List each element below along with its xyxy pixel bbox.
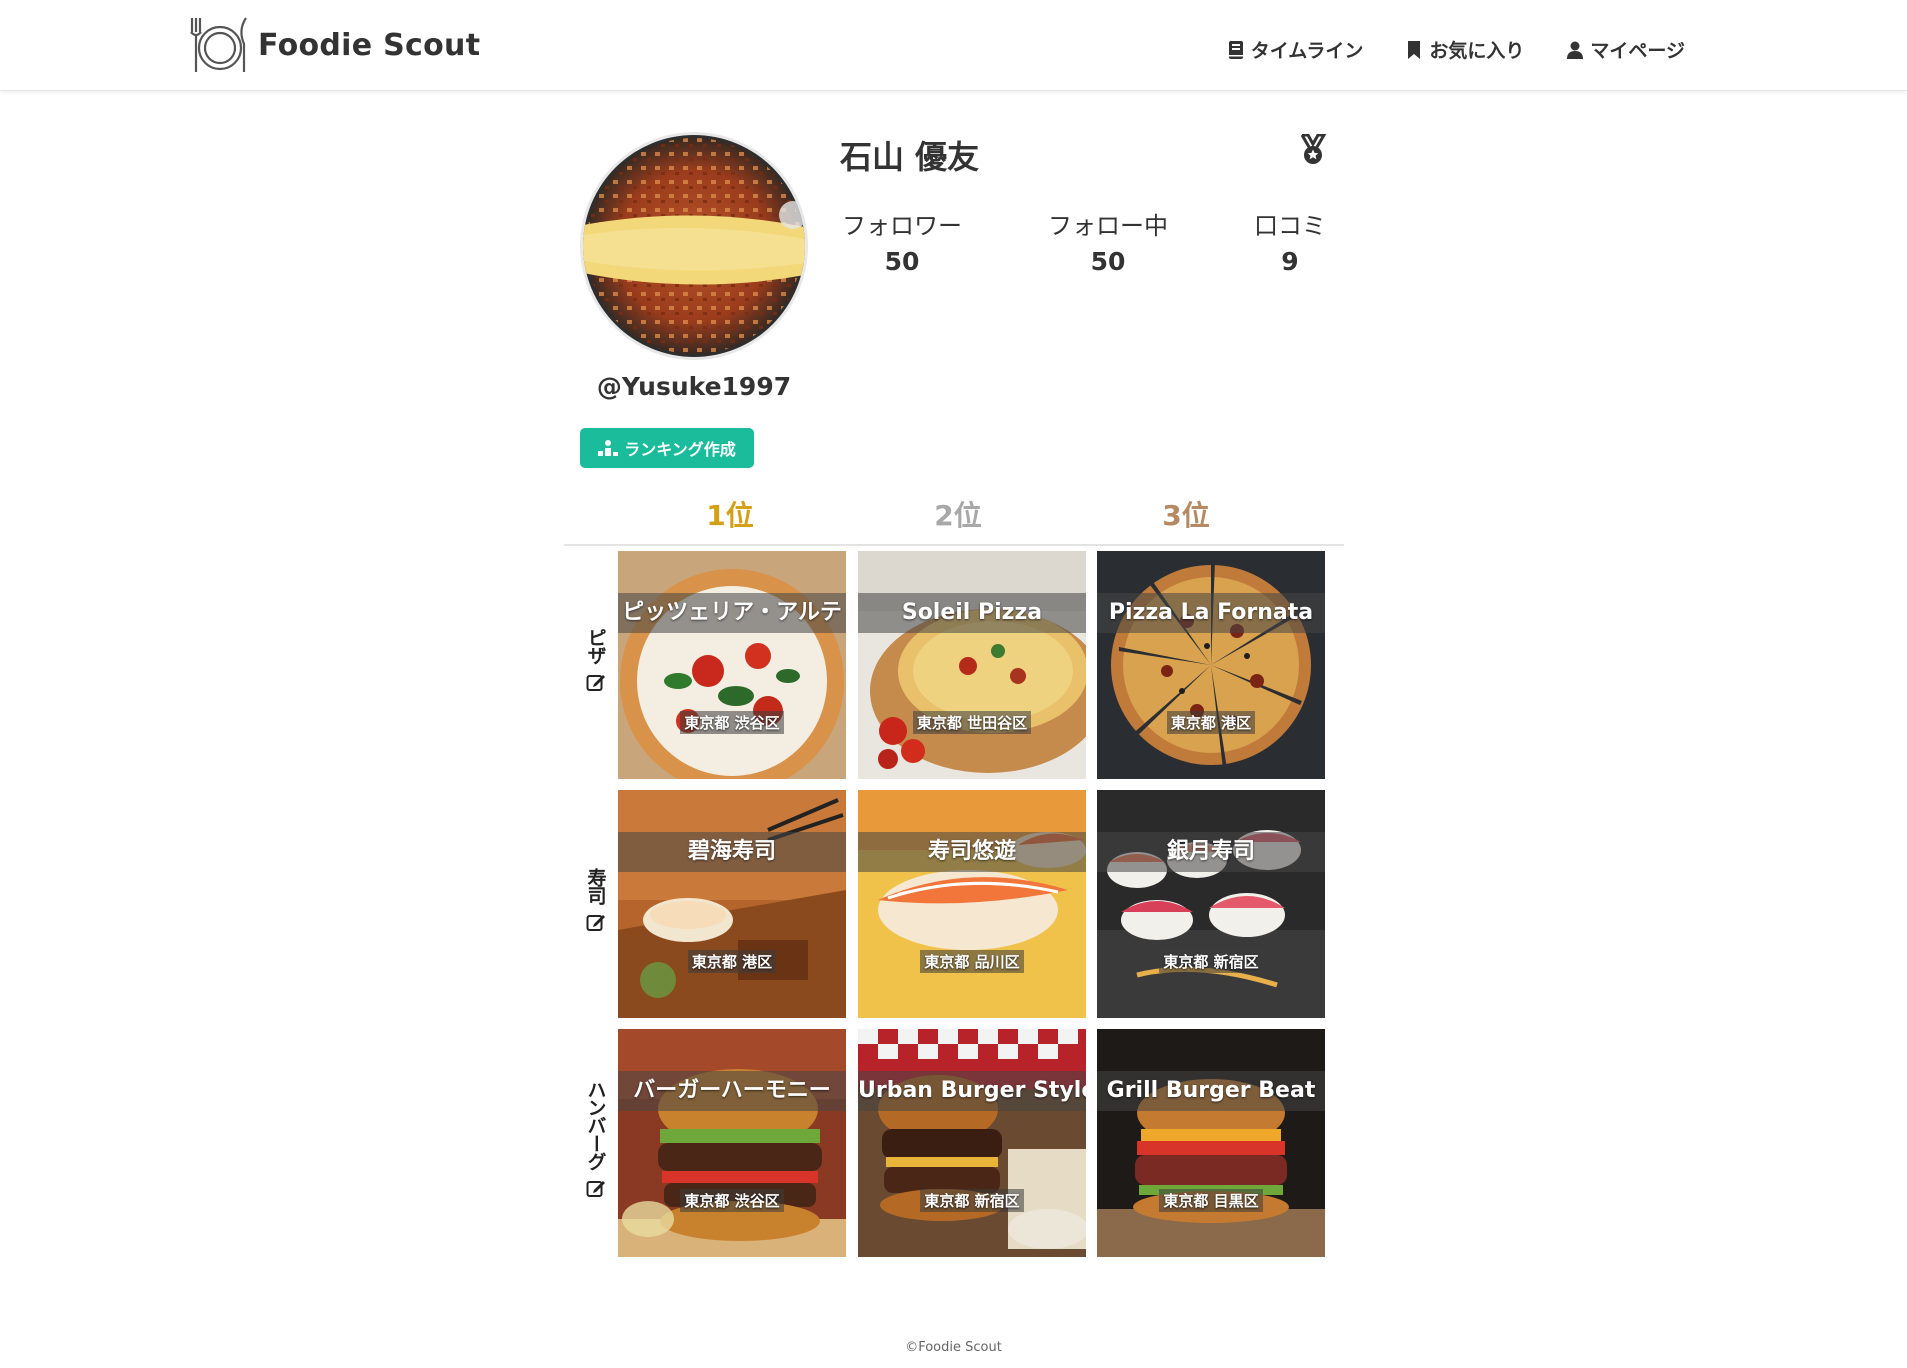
ranking-icon	[598, 440, 619, 456]
restaurant-name: Urban Burger Style	[858, 1071, 1086, 1111]
stat-following-label: フォロー中	[1048, 212, 1168, 240]
rank-third-label: 3位	[1162, 499, 1210, 532]
bookmark-icon	[1408, 40, 1421, 59]
logo-text: Foodie Scout	[258, 27, 481, 63]
sushi-photo	[858, 790, 1086, 1018]
plate-cutlery-icon	[190, 17, 247, 72]
restaurant-location-text: 東京都 港区	[687, 950, 777, 973]
restaurant-location-text: 東京都 渋谷区	[680, 1189, 784, 1212]
restaurant-location-text: 東京都 品川区	[920, 950, 1024, 973]
restaurant-location-text: 東京都 渋谷区	[680, 711, 784, 734]
main-nav: タイムライン お気に入り マイページ	[1227, 36, 1685, 63]
restaurant-name: バーガーハーモニー	[618, 1071, 846, 1111]
restaurant-location-text: 東京都 港区	[1166, 711, 1256, 734]
restaurant-name: Grill Burger Beat	[1097, 1071, 1325, 1111]
create-ranking-button[interactable]: ランキング作成	[580, 428, 754, 468]
sushi-photo	[1097, 790, 1325, 1018]
restaurant-name: 碧海寿司	[618, 832, 846, 872]
edit-icon[interactable]	[586, 672, 606, 692]
rank-first-label: 1位	[706, 499, 754, 532]
category-hamburg: ハンバーグ	[578, 1080, 614, 1198]
category-hamburg-name: ハンバーグ	[584, 1080, 607, 1170]
restaurant-card[interactable]: Soleil Pizza 東京都 世田谷区	[858, 551, 1086, 779]
restaurant-name: ピッツェリア・アルテ	[618, 593, 846, 633]
stat-following[interactable]: フォロー中 50	[1028, 206, 1188, 276]
restaurant-card[interactable]: 寿司悠遊 東京都 品川区	[858, 790, 1086, 1018]
restaurant-location: 東京都 港区	[1097, 711, 1325, 734]
stat-reviews[interactable]: 口コミ 9	[1210, 206, 1370, 276]
site-header: Foodie Scout タイムライン お気に入り マイページ	[0, 0, 1907, 91]
restaurant-name: Pizza La Fornata	[1097, 593, 1325, 633]
pizza-photo	[1097, 551, 1325, 779]
restaurant-card[interactable]: 碧海寿司 東京都 港区	[618, 790, 846, 1018]
restaurant-location-text: 東京都 新宿区	[1159, 950, 1263, 973]
edit-icon[interactable]	[586, 1178, 606, 1198]
nav-mypage[interactable]: マイページ	[1566, 36, 1685, 63]
category-pizza: ピザ	[578, 628, 614, 692]
restaurant-location-text: 東京都 目黒区	[1159, 1189, 1263, 1212]
restaurant-location: 東京都 世田谷区	[858, 711, 1086, 734]
stat-reviews-label: 口コミ	[1254, 212, 1326, 240]
avatar	[580, 132, 808, 360]
nav-favorites-label: お気に入り	[1429, 40, 1525, 62]
create-ranking-label: ランキング作成	[624, 440, 736, 459]
nav-timeline[interactable]: タイムライン	[1227, 36, 1364, 63]
rank-header: 1位 2位 3位	[564, 490, 1344, 546]
restaurant-location-text: 東京都 新宿区	[920, 1189, 1024, 1212]
sushi-photo	[618, 790, 846, 1018]
restaurant-card[interactable]: 銀月寿司 東京都 新宿区	[1097, 790, 1325, 1018]
footer-copyright: ©Foodie Scout	[905, 1340, 1002, 1355]
nav-timeline-label: タイムライン	[1250, 40, 1364, 62]
stat-followers[interactable]: フォロワー 50	[822, 206, 982, 276]
pizza-photo	[618, 551, 846, 779]
restaurant-location: 東京都 目黒区	[1097, 1189, 1325, 1212]
restaurant-location: 東京都 港区	[618, 950, 846, 973]
stat-followers-label: フォロワー	[842, 212, 962, 240]
restaurant-card[interactable]: Urban Burger Style 東京都 新宿区	[858, 1029, 1086, 1257]
restaurant-location: 東京都 品川区	[858, 950, 1086, 973]
avatar-image	[583, 135, 805, 357]
book-icon	[1228, 40, 1243, 59]
pizza-photo	[858, 551, 1086, 779]
display-name: 石山 優友	[840, 138, 980, 176]
burger-photo	[618, 1029, 846, 1257]
username: @Yusuke1997	[596, 372, 792, 401]
edit-icon[interactable]	[586, 912, 606, 932]
restaurant-card[interactable]: Pizza La Fornata 東京都 港区	[1097, 551, 1325, 779]
rank-second-label: 2位	[934, 499, 982, 532]
restaurant-location-text: 東京都 世田谷区	[912, 711, 1032, 734]
restaurant-location: 東京都 渋谷区	[618, 1189, 846, 1212]
medal-icon[interactable]	[1298, 134, 1328, 166]
restaurant-name: Soleil Pizza	[858, 593, 1086, 633]
burger-photo	[858, 1029, 1086, 1257]
stat-reviews-value: 9	[1281, 247, 1299, 276]
stat-followers-value: 50	[884, 247, 920, 276]
logo[interactable]: Foodie Scout	[186, 16, 480, 74]
restaurant-location: 東京都 新宿区	[1097, 950, 1325, 973]
restaurant-location: 東京都 渋谷区	[618, 711, 846, 734]
stat-following-value: 50	[1090, 247, 1126, 276]
user-icon	[1567, 41, 1584, 59]
nav-mypage-label: マイページ	[1590, 40, 1685, 62]
burger-photo	[1097, 1029, 1325, 1257]
restaurant-card[interactable]: Grill Burger Beat 東京都 目黒区	[1097, 1029, 1325, 1257]
restaurant-location: 東京都 新宿区	[858, 1189, 1086, 1212]
category-sushi-name: 寿司	[584, 868, 607, 904]
restaurant-name: 寿司悠遊	[858, 832, 1086, 872]
nav-favorites[interactable]: お気に入り	[1405, 36, 1524, 63]
category-sushi: 寿司	[578, 868, 614, 932]
category-pizza-name: ピザ	[584, 628, 607, 664]
restaurant-name: 銀月寿司	[1097, 832, 1325, 872]
restaurant-card[interactable]: バーガーハーモニー 東京都 渋谷区	[618, 1029, 846, 1257]
restaurant-card[interactable]: ピッツェリア・アルテ 東京都 渋谷区	[618, 551, 846, 779]
